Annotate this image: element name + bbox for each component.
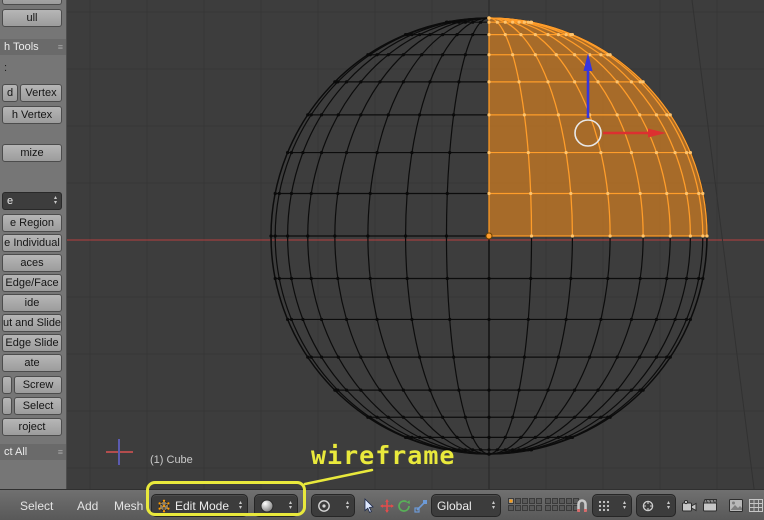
layer-toggle[interactable] <box>508 505 514 511</box>
image-icon <box>729 499 743 512</box>
dropdown-arrows-icon <box>54 196 57 206</box>
layer-toggle[interactable] <box>545 498 551 504</box>
layer-toggle[interactable] <box>515 505 521 511</box>
toolshelf-button-subdivide[interactable]: ide <box>2 294 62 312</box>
toolshelf-button-extrude-individual[interactable]: e Individual <box>2 234 62 252</box>
pivot-point-dropdown[interactable] <box>311 494 355 517</box>
scale-manipulator-button[interactable] <box>411 496 430 515</box>
layer-toggle[interactable] <box>515 498 521 504</box>
toolshelf-button-inset-faces[interactable]: aces <box>2 254 62 272</box>
rotate-manipulator-icon <box>397 499 411 513</box>
toolshelf-button-duplicate[interactable]: ate <box>2 354 62 372</box>
toolshelf-button-partial[interactable] <box>2 376 12 394</box>
toolshelf-button-edge-face[interactable]: Edge/Face <box>2 274 62 292</box>
toolshelf-dropdown[interactable]: e <box>2 192 62 210</box>
manipulator-toggle-button[interactable] <box>359 496 378 515</box>
menu-mesh[interactable]: Mesh <box>114 490 143 520</box>
snap-target-dropdown[interactable] <box>636 494 676 517</box>
snap-element-dropdown[interactable] <box>592 494 632 517</box>
translate-manipulator-icon <box>380 499 394 513</box>
dropdown-arrows-icon <box>623 501 626 511</box>
annotation-highlight-box <box>146 481 306 516</box>
pivot-center-icon <box>317 499 331 513</box>
toolshelf-button-screw[interactable]: Screw <box>14 376 62 394</box>
panel-grip-icon <box>58 42 63 52</box>
panel-grip-icon <box>58 447 63 457</box>
layer-toggle[interactable] <box>552 505 558 511</box>
opengl-render-anim-icon <box>703 499 717 512</box>
layer-toggle[interactable] <box>545 505 551 511</box>
dropdown-arrows-icon <box>492 501 495 511</box>
pointer-icon <box>362 498 376 513</box>
dropdown-arrows-icon <box>346 501 349 511</box>
opengl-render-anim-button[interactable] <box>700 496 719 515</box>
grid-button[interactable] <box>746 496 764 515</box>
layer-toggle[interactable] <box>559 505 565 511</box>
layer-toggle[interactable] <box>536 505 542 511</box>
menu-select[interactable]: Select <box>20 490 53 520</box>
viewport-header: Select Add Mesh Edit Mode <box>0 489 764 520</box>
layer-toggle[interactable] <box>529 505 535 511</box>
opengl-render-button[interactable] <box>680 496 699 515</box>
toolshelf-button-smooth-vertex[interactable]: h Vertex <box>2 106 62 124</box>
menu-add[interactable]: Add <box>77 490 98 520</box>
toolshelf-button-loop-cut[interactable]: ut and Slide <box>2 314 62 332</box>
layer-toggle[interactable] <box>559 498 565 504</box>
snap-toggle-button[interactable] <box>572 496 591 515</box>
scale-manipulator-icon <box>414 499 428 513</box>
snap-element-icon <box>598 500 610 512</box>
blender-window: (1) Cube ull h Tools : d Vertex h Vertex… <box>0 0 764 520</box>
toolshelf-button-partial[interactable]: d <box>2 84 18 102</box>
layer-toggle[interactable] <box>536 498 542 504</box>
toolshelf-button-randomize[interactable]: mize <box>2 144 62 162</box>
deform-label: : <box>4 62 7 74</box>
layer-toggle[interactable] <box>522 498 528 504</box>
toolshelf-button-project[interactable]: roject <box>2 418 62 436</box>
mini-axis-gizmo <box>106 439 133 465</box>
toolshelf-button-knife-select[interactable]: Select <box>14 397 62 415</box>
snap-magnet-icon <box>575 498 589 513</box>
dropdown-arrows-icon <box>667 501 670 511</box>
toolshelf-button-hull[interactable]: ull <box>2 9 62 27</box>
layer-toggle[interactable] <box>529 498 535 504</box>
opengl-render-camera-icon <box>682 500 697 512</box>
toolshelf-button-vertex[interactable]: Vertex <box>20 84 62 102</box>
tool-shelf: ull h Tools : d Vertex h Vertex mize e e… <box>0 0 67 489</box>
panel-header-mesh-tools[interactable]: h Tools <box>0 39 66 55</box>
orientation-dropdown-label: Global <box>437 499 472 513</box>
toolshelf-button-partial[interactable] <box>2 397 12 415</box>
image-button[interactable] <box>726 496 745 515</box>
layers-widget[interactable] <box>508 498 579 511</box>
layer-toggle[interactable] <box>508 498 514 504</box>
toolshelf-button-extrude-region[interactable]: e Region <box>2 214 62 232</box>
transform-orientation-dropdown[interactable]: Global <box>431 494 501 517</box>
annotation-text: wireframe <box>311 441 455 470</box>
snap-target-icon <box>642 500 654 512</box>
toolshelf-button-edge-slide[interactable]: Edge Slide <box>2 334 62 352</box>
toolshelf-button-partial[interactable] <box>2 0 62 5</box>
viewport-canvas[interactable] <box>0 0 764 489</box>
active-object-label: (1) Cube <box>150 454 193 466</box>
layer-toggle[interactable] <box>552 498 558 504</box>
panel-header-select-all[interactable]: ct All <box>0 444 66 460</box>
layer-toggle[interactable] <box>522 505 528 511</box>
grid-icon <box>749 499 763 512</box>
